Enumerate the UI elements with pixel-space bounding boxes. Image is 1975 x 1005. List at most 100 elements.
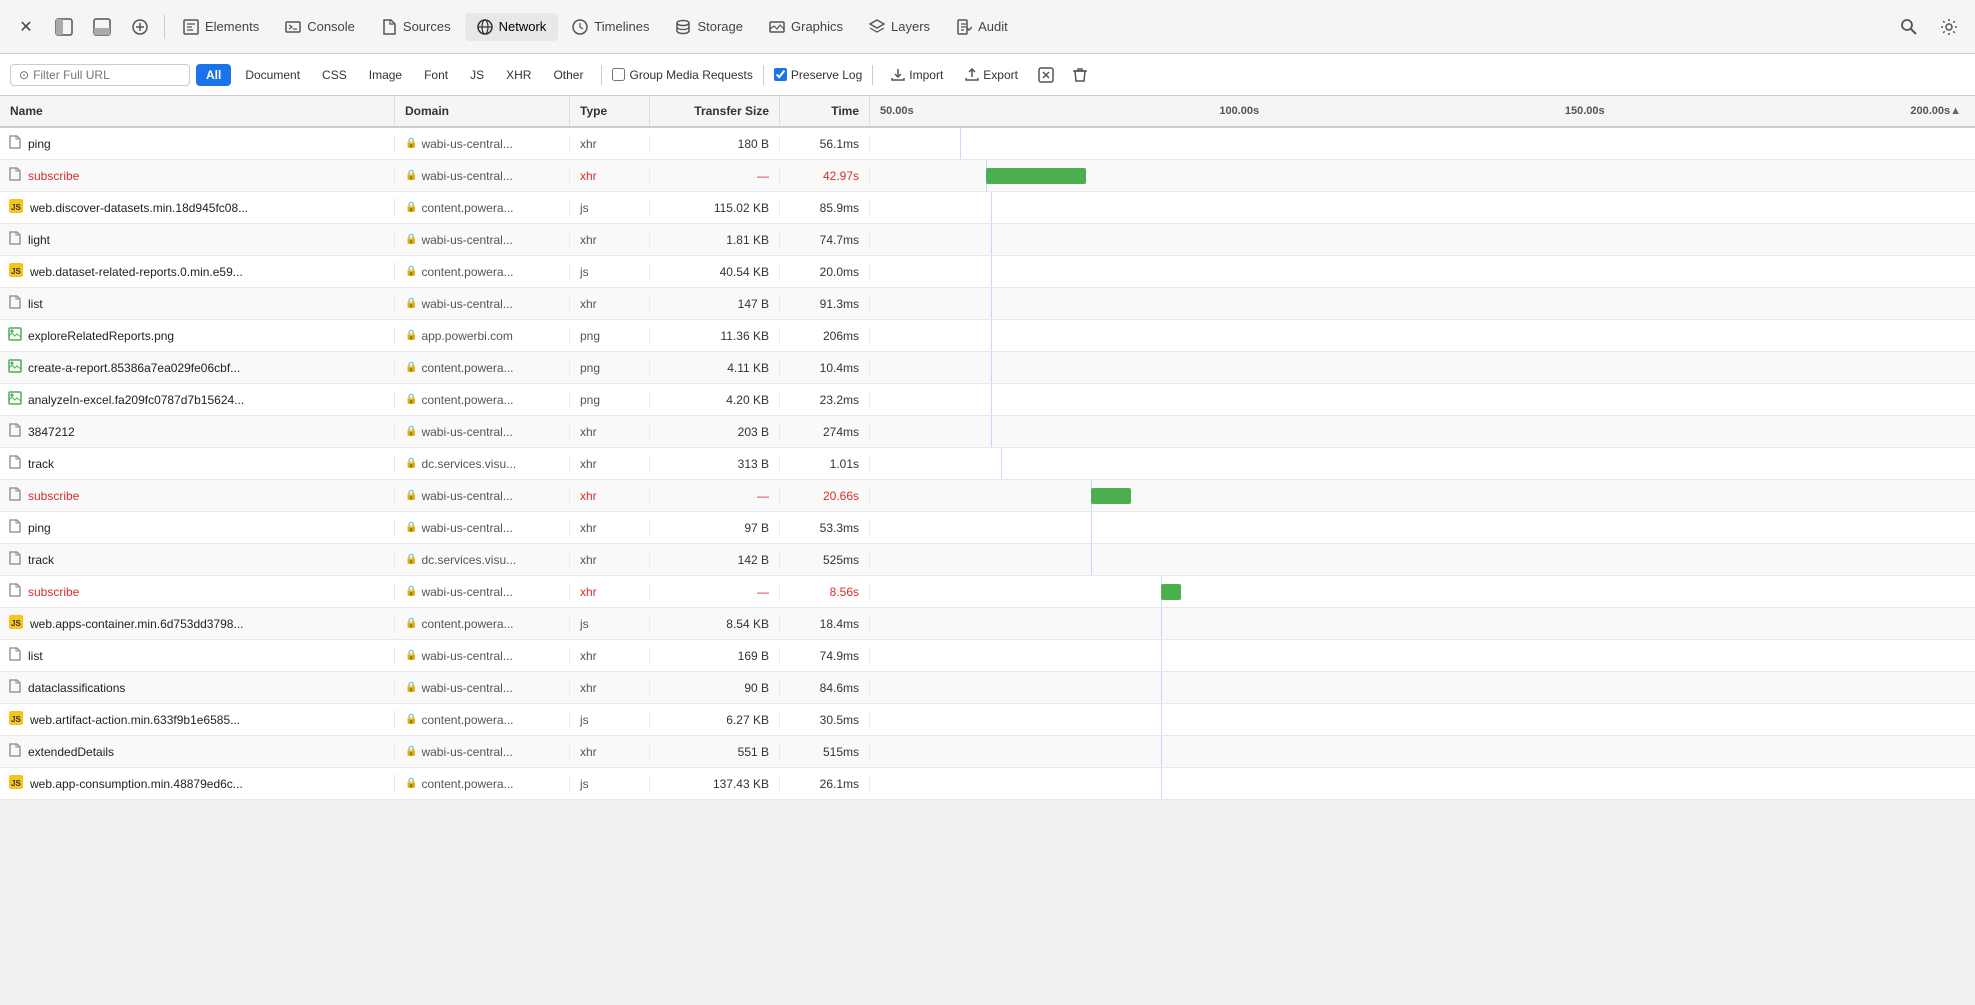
- waterfall-container: [870, 608, 1975, 639]
- table-row[interactable]: light 🔒 wabi-us-central... xhr 1.81 KB 7…: [0, 224, 1975, 256]
- cell-size: —: [650, 585, 780, 599]
- tab-layers[interactable]: Layers: [857, 13, 942, 41]
- waterfall-labels: 50.00s 100.00s 150.00s 200.00s: [880, 105, 1950, 117]
- wf-tick-mark: [1161, 768, 1162, 799]
- wf-bar: [1091, 488, 1131, 504]
- col-header-time[interactable]: Time: [780, 96, 870, 126]
- filter-css-button[interactable]: CSS: [314, 64, 355, 86]
- tab-console[interactable]: Console: [273, 13, 367, 41]
- table-row[interactable]: ping 🔒 wabi-us-central... xhr 180 B 56.1…: [0, 128, 1975, 160]
- export-button[interactable]: Export: [957, 64, 1026, 86]
- tab-network[interactable]: Network: [465, 13, 559, 41]
- cell-time: 26.1ms: [780, 777, 870, 791]
- col-header-type[interactable]: Type: [570, 96, 650, 126]
- tab-timelines[interactable]: Timelines: [560, 13, 661, 41]
- filter-xhr-button[interactable]: XHR: [498, 64, 539, 86]
- table-row[interactable]: extendedDetails 🔒 wabi-us-central... xhr…: [0, 736, 1975, 768]
- filter-document-button[interactable]: Document: [237, 64, 308, 86]
- wf-tick-mark: [1161, 672, 1162, 703]
- table-row[interactable]: dataclassifications 🔒 wabi-us-central...…: [0, 672, 1975, 704]
- preserve-log-checkbox[interactable]: [774, 68, 787, 81]
- table-row[interactable]: list 🔒 wabi-us-central... xhr 147 B 91.3…: [0, 288, 1975, 320]
- table-row[interactable]: analyzeIn-excel.fa209fc0787d7b15624... 🔒…: [0, 384, 1975, 416]
- file-icon: [8, 167, 22, 184]
- filter-image-button[interactable]: Image: [361, 64, 410, 86]
- table-row[interactable]: JS web.apps-container.min.6d753dd3798...…: [0, 608, 1975, 640]
- table-row[interactable]: subscribe 🔒 wabi-us-central... xhr — 20.…: [0, 480, 1975, 512]
- table-row[interactable]: JS web.discover-datasets.min.18d945fc08.…: [0, 192, 1975, 224]
- waterfall-container: [870, 224, 1975, 255]
- domain-text: wabi-us-central...: [421, 169, 512, 183]
- filter-other-button[interactable]: Other: [545, 64, 591, 86]
- cell-name: ping: [0, 135, 395, 152]
- file-icon: JS: [8, 198, 24, 217]
- domain-text: wabi-us-central...: [421, 297, 512, 311]
- table-row[interactable]: exploreRelatedReports.png 🔒 app.powerbi.…: [0, 320, 1975, 352]
- col-header-domain[interactable]: Domain: [395, 96, 570, 126]
- cell-waterfall: [870, 480, 1975, 511]
- cell-name: subscribe: [0, 487, 395, 504]
- cell-size: —: [650, 489, 780, 503]
- dock-bottom-button[interactable]: [84, 9, 120, 45]
- file-icon: [8, 359, 22, 376]
- cell-time: 206ms: [780, 329, 870, 343]
- waterfall-container: [870, 768, 1975, 799]
- filter-url-input[interactable]: [33, 68, 173, 82]
- group-media-label[interactable]: Group Media Requests: [629, 68, 752, 82]
- file-name: list: [28, 649, 43, 663]
- table-row[interactable]: 3847212 🔒 wabi-us-central... xhr 203 B 2…: [0, 416, 1975, 448]
- table-row[interactable]: JS web.dataset-related-reports.0.min.e59…: [0, 256, 1975, 288]
- table-row[interactable]: subscribe 🔒 wabi-us-central... xhr — 42.…: [0, 160, 1975, 192]
- lock-icon: 🔒: [405, 202, 417, 213]
- tab-sources[interactable]: Sources: [369, 13, 463, 41]
- cell-waterfall: [870, 704, 1975, 735]
- lock-icon: 🔒: [405, 426, 417, 437]
- filter-font-button[interactable]: Font: [416, 64, 456, 86]
- dock-separate-button[interactable]: [122, 9, 158, 45]
- tab-storage[interactable]: Storage: [663, 13, 755, 41]
- filter-js-button[interactable]: JS: [462, 64, 492, 86]
- table-row[interactable]: list 🔒 wabi-us-central... xhr 169 B 74.9…: [0, 640, 1975, 672]
- preserve-log-label[interactable]: Preserve Log: [791, 68, 862, 82]
- lock-icon: 🔒: [405, 586, 417, 597]
- wf-tick-mark: [1161, 736, 1162, 767]
- cell-waterfall: [870, 672, 1975, 703]
- cell-name: JS web.dataset-related-reports.0.min.e59…: [0, 262, 395, 281]
- cell-domain: 🔒 wabi-us-central...: [395, 169, 570, 183]
- tab-elements[interactable]: Elements: [171, 13, 271, 41]
- table-row[interactable]: ping 🔒 wabi-us-central... xhr 97 B 53.3m…: [0, 512, 1975, 544]
- table-row[interactable]: create-a-report.85386a7ea029fe06cbf... 🔒…: [0, 352, 1975, 384]
- table-row[interactable]: subscribe 🔒 wabi-us-central... xhr — 8.5…: [0, 576, 1975, 608]
- col-header-size[interactable]: Transfer Size: [650, 96, 780, 126]
- domain-text: wabi-us-central...: [421, 233, 512, 247]
- domain-text: wabi-us-central...: [421, 489, 512, 503]
- file-icon: JS: [8, 710, 24, 729]
- cell-domain: 🔒 content.powera...: [395, 617, 570, 631]
- import-button[interactable]: Import: [883, 64, 951, 86]
- delete-button[interactable]: [1066, 61, 1094, 89]
- clear-filter-button[interactable]: [1032, 61, 1060, 89]
- filter-sep-1: [601, 65, 602, 85]
- cell-type: xhr: [570, 681, 650, 695]
- waterfall-collapse[interactable]: ▲: [1950, 105, 1965, 117]
- cell-domain: 🔒 content.powera...: [395, 201, 570, 215]
- dock-left-button[interactable]: [46, 9, 82, 45]
- tab-audit[interactable]: Audit: [944, 13, 1020, 41]
- group-media-checkbox[interactable]: [612, 68, 625, 81]
- search-button[interactable]: [1891, 9, 1927, 45]
- cell-name: JS web.app-consumption.min.48879ed6c...: [0, 774, 395, 793]
- tab-graphics[interactable]: Graphics: [757, 13, 855, 41]
- wf-label-100: 100.00s: [1219, 105, 1259, 117]
- filter-all-button[interactable]: All: [196, 64, 231, 86]
- filter-sep-3: [872, 65, 873, 85]
- col-header-name[interactable]: Name: [0, 96, 395, 126]
- domain-text: content.powera...: [421, 201, 513, 215]
- settings-button[interactable]: [1931, 9, 1967, 45]
- wf-label-200: 200.00s: [1910, 105, 1950, 117]
- table-row[interactable]: JS web.artifact-action.min.633f9b1e6585.…: [0, 704, 1975, 736]
- table-row[interactable]: track 🔒 dc.services.visu... xhr 313 B 1.…: [0, 448, 1975, 480]
- close-button[interactable]: ✕: [8, 9, 44, 45]
- lock-icon: 🔒: [405, 330, 417, 341]
- table-row[interactable]: JS web.app-consumption.min.48879ed6c... …: [0, 768, 1975, 800]
- table-row[interactable]: track 🔒 dc.services.visu... xhr 142 B 52…: [0, 544, 1975, 576]
